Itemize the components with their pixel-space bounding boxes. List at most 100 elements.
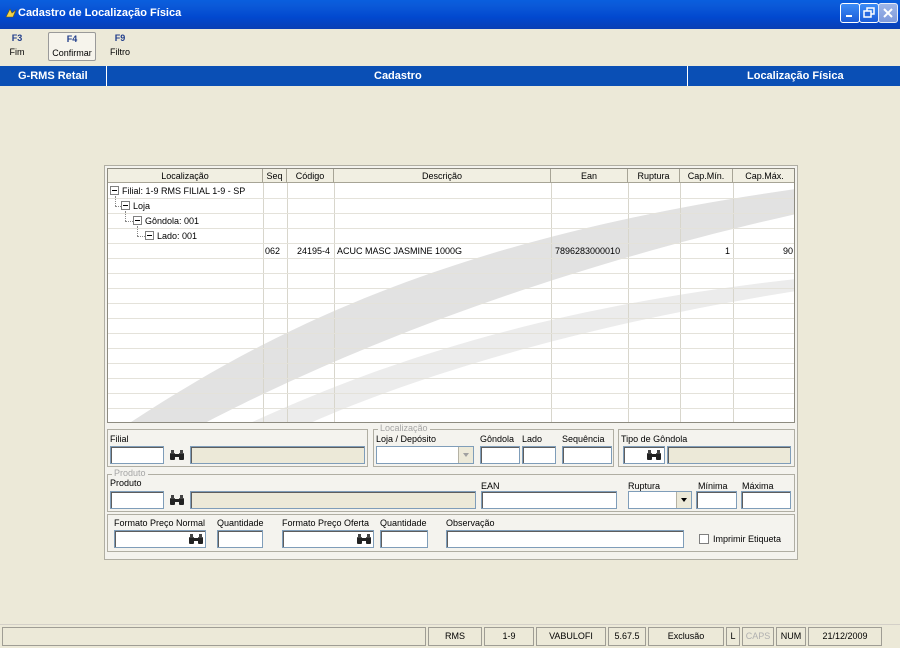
imprimir-etiqueta-checkbox[interactable] bbox=[699, 534, 709, 544]
grid-row-line bbox=[108, 378, 794, 379]
lado-input[interactable] bbox=[522, 446, 556, 464]
header-divider bbox=[106, 66, 107, 86]
tree-node-gondola[interactable]: Gôndola: 001 bbox=[133, 214, 199, 228]
col-cap-max[interactable]: Cap.Máx. bbox=[733, 169, 794, 183]
ruptura-select[interactable] bbox=[628, 491, 692, 509]
status-message bbox=[2, 627, 426, 646]
loja-deposito-select[interactable] bbox=[376, 446, 474, 464]
sequencia-input[interactable] bbox=[562, 446, 612, 464]
status-l: L bbox=[726, 627, 740, 646]
status-date: 21/12/2009 bbox=[808, 627, 882, 646]
toolbar-confirmar-button[interactable]: F4 Confirmar bbox=[48, 32, 96, 61]
grid-row-line bbox=[108, 348, 794, 349]
minimize-icon bbox=[846, 15, 852, 17]
grid-row-line bbox=[108, 213, 794, 214]
tipo-gondola-name-field bbox=[667, 446, 791, 464]
cell-ruptura bbox=[630, 244, 678, 258]
grid-row-line bbox=[108, 288, 794, 289]
quantidade-oferta-input[interactable] bbox=[380, 530, 428, 548]
col-ruptura[interactable]: Ruptura bbox=[628, 169, 680, 183]
status-num: NUM bbox=[776, 627, 806, 646]
chevron-down-icon[interactable] bbox=[458, 447, 473, 463]
app-icon bbox=[5, 8, 17, 18]
chevron-down-icon[interactable] bbox=[676, 492, 691, 508]
toolbar-label: Filtro bbox=[110, 47, 130, 57]
toolbar-key: F4 bbox=[66, 34, 78, 44]
toolbar-fim-button[interactable]: F3 Fim bbox=[4, 32, 30, 61]
binoculars-icon[interactable] bbox=[188, 532, 204, 546]
formato-oferta-label: Formato Preço Oferta bbox=[282, 518, 370, 528]
lado-label: Lado bbox=[522, 434, 543, 444]
filial-label: Filial bbox=[110, 434, 129, 444]
toolbar-filtro-button[interactable]: F9 Filtro bbox=[104, 32, 136, 61]
produto-name-field bbox=[190, 491, 476, 509]
grid-row-line bbox=[108, 318, 794, 319]
close-button[interactable] bbox=[878, 3, 898, 23]
maxima-input[interactable] bbox=[741, 491, 791, 509]
quantidade-input[interactable] bbox=[217, 530, 263, 548]
grid-row-line bbox=[108, 393, 794, 394]
toolbar-label: Fim bbox=[9, 47, 25, 57]
ean-input[interactable] bbox=[481, 491, 617, 509]
grid-header: Localização Seq Código Descrição Ean Rup… bbox=[108, 169, 794, 183]
grid-row-line bbox=[108, 303, 794, 304]
header-section: Cadastro bbox=[374, 70, 422, 82]
status-caps: CAPS bbox=[742, 627, 774, 646]
loja-deposito-label: Loja / Depósito bbox=[376, 434, 437, 444]
tree-node-label: Loja bbox=[133, 201, 151, 211]
produto-legend: Produto bbox=[112, 468, 148, 478]
tipo-gondola-group: Tipo de Gôndola bbox=[618, 429, 795, 467]
observacao-input[interactable] bbox=[446, 530, 684, 548]
status-bar: RMS 1-9 VABULOFI 5.67.5 Exclusão L CAPS … bbox=[0, 624, 900, 648]
gondola-input[interactable] bbox=[480, 446, 520, 464]
col-descricao[interactable]: Descrição bbox=[334, 169, 551, 183]
minima-input[interactable] bbox=[696, 491, 737, 509]
col-cap-min[interactable]: Cap.Mín. bbox=[680, 169, 733, 183]
imprimir-etiqueta-label: Imprimir Etiqueta bbox=[713, 534, 782, 544]
sequencia-label: Sequência bbox=[562, 434, 605, 444]
tipo-gondola-label: Tipo de Gôndola bbox=[621, 434, 688, 444]
localizacao-group: Localização Loja / Depósito Gôndola Lado… bbox=[373, 423, 614, 467]
binoculars-icon[interactable] bbox=[169, 448, 185, 462]
tree-node-filial[interactable]: Filial: 1-9 RMS FILIAL 1-9 - SP bbox=[110, 184, 245, 198]
cell-cap-max: 90 bbox=[782, 246, 793, 256]
tree-connector bbox=[137, 236, 145, 237]
window-title: Cadastro de Localização Física bbox=[18, 7, 182, 19]
binoculars-icon[interactable] bbox=[169, 493, 185, 507]
formato-normal-label: Formato Preço Normal bbox=[114, 518, 206, 528]
gondola-label: Gôndola bbox=[480, 434, 515, 444]
module-header: G-RMS Retail Cadastro Localização Física bbox=[0, 66, 900, 86]
restore-icon bbox=[863, 7, 875, 18]
col-localizacao[interactable]: Localização bbox=[108, 169, 263, 183]
col-codigo[interactable]: Código bbox=[287, 169, 334, 183]
collapse-icon[interactable] bbox=[133, 216, 142, 225]
tree-node-loja[interactable]: Loja bbox=[121, 199, 150, 213]
cell-seq: 062 bbox=[265, 246, 281, 256]
grid-row-line bbox=[108, 198, 794, 199]
status-user: VABULOFI bbox=[536, 627, 606, 646]
collapse-icon[interactable] bbox=[145, 231, 154, 240]
produto-input[interactable] bbox=[110, 491, 164, 509]
tree-node-lado[interactable]: Lado: 001 bbox=[145, 229, 197, 243]
filial-input[interactable] bbox=[110, 446, 164, 464]
col-ean[interactable]: Ean bbox=[551, 169, 628, 183]
cell-codigo: 24195-4 bbox=[297, 246, 331, 256]
binoculars-icon[interactable] bbox=[646, 448, 662, 462]
location-grid[interactable]: Localização Seq Código Descrição Ean Rup… bbox=[107, 168, 795, 423]
minimize-button[interactable] bbox=[840, 3, 860, 23]
collapse-icon[interactable] bbox=[110, 186, 119, 195]
ean-label: EAN bbox=[481, 481, 500, 491]
tree-node-label: Gôndola: 001 bbox=[145, 216, 200, 226]
col-seq[interactable]: Seq bbox=[263, 169, 287, 183]
cell-descricao: ACUC MASC JASMINE 1000G bbox=[337, 246, 463, 256]
binoculars-icon[interactable] bbox=[356, 532, 372, 546]
status-system: RMS bbox=[428, 627, 482, 646]
status-mode: Exclusão bbox=[648, 627, 724, 646]
grid-row-line bbox=[108, 363, 794, 364]
collapse-icon[interactable] bbox=[121, 201, 130, 210]
restore-button[interactable] bbox=[859, 3, 879, 23]
title-bar[interactable]: Cadastro de Localização Física bbox=[0, 0, 900, 29]
grid-row-line bbox=[108, 273, 794, 274]
observacao-label: Observação bbox=[446, 518, 495, 528]
cell-ean: 7896283000010 bbox=[555, 246, 621, 256]
